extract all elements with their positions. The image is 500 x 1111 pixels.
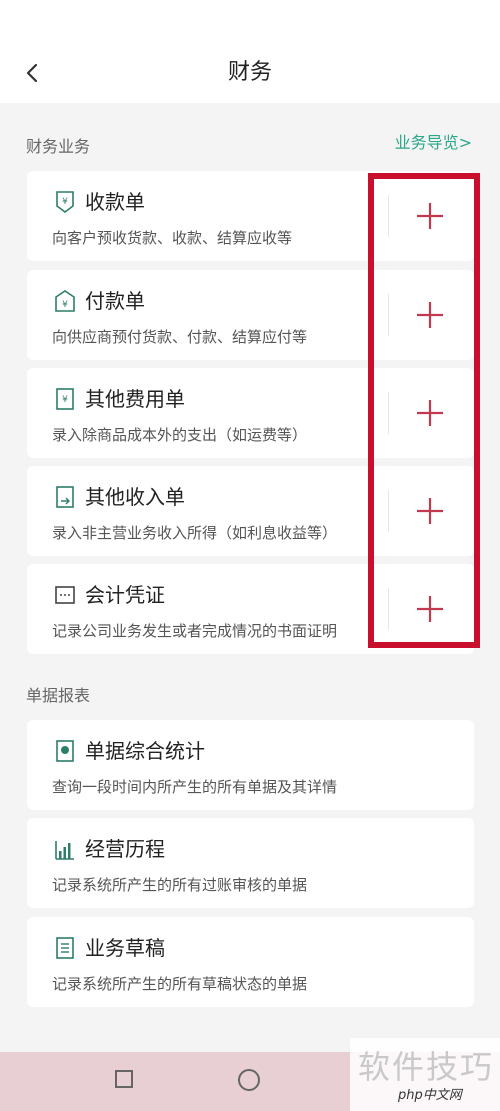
payment-icon: ¥: [55, 290, 75, 312]
card-business-drafts[interactable]: 业务草稿 记录系统所产生的所有草稿状态的单据: [27, 917, 474, 1007]
plus-icon: [417, 400, 443, 426]
card-description: 录入非主营业务收入所得（如利息收益等）: [52, 524, 338, 542]
card-other-expense[interactable]: ¥ 其他费用单 录入除商品成本外的支出（如运费等）: [27, 368, 474, 458]
card-accounting-voucher[interactable]: 会计凭证 记录公司业务发生或者完成情况的书面证明: [27, 564, 474, 654]
add-button[interactable]: [407, 390, 453, 436]
card-payment[interactable]: ¥ 付款单 向供应商预付货款、付款、结算应付等: [27, 270, 474, 360]
card-title: 其他费用单: [85, 387, 185, 411]
svg-text:¥: ¥: [62, 395, 68, 405]
svg-text:¥: ¥: [62, 300, 68, 310]
card-description: 向客户预收货款、收款、结算应收等: [52, 229, 293, 247]
plus-icon: [417, 302, 443, 328]
top-bar: 财务: [0, 0, 500, 103]
card-receipt[interactable]: ¥ 收款单 向客户预收货款、收款、结算应收等: [27, 171, 474, 261]
card-title: 付款单: [85, 289, 145, 313]
add-button[interactable]: [407, 193, 453, 239]
card-description: 向供应商预付货款、付款、结算应付等: [52, 328, 308, 346]
page-title: 财务: [227, 60, 272, 85]
card-title: 会计凭证: [85, 583, 165, 607]
section-title-finance: 财务业务: [26, 137, 91, 156]
business-guide-link[interactable]: 业务导览>: [395, 129, 472, 153]
card-title: 经营历程: [85, 837, 165, 861]
plus-icon: [417, 596, 443, 622]
card-description: 记录公司业务发生或者完成情况的书面证明: [52, 622, 338, 640]
add-button[interactable]: [407, 292, 453, 338]
divider: [388, 490, 389, 532]
bar-chart-icon: [55, 841, 74, 860]
card-description: 记录系统所产生的所有草稿状态的单据: [52, 975, 308, 993]
svg-text:¥: ¥: [62, 197, 68, 207]
watermark-text: 软件技巧: [358, 1048, 495, 1086]
receipt-icon: ¥: [56, 191, 74, 213]
divider: [388, 195, 389, 237]
card-description: 录入除商品成本外的支出（如运费等）: [52, 426, 308, 444]
income-icon: [56, 486, 74, 508]
card-title: 单据综合统计: [85, 739, 205, 763]
divider: [388, 392, 389, 434]
divider: [388, 294, 389, 336]
draft-icon: [56, 937, 74, 959]
plus-icon: [417, 203, 443, 229]
card-business-history[interactable]: 经营历程 记录系统所产生的所有过账审核的单据: [27, 818, 474, 908]
document-stats-icon: [56, 740, 74, 762]
plus-icon: [417, 498, 443, 524]
divider: [388, 588, 389, 630]
voucher-icon: [55, 586, 75, 604]
add-button[interactable]: [407, 586, 453, 632]
card-other-income[interactable]: 其他收入单 录入非主营业务收入所得（如利息收益等）: [27, 466, 474, 556]
card-title: 业务草稿: [85, 936, 165, 960]
expense-icon: ¥: [56, 388, 74, 410]
recent-apps-button[interactable]: [115, 1070, 133, 1088]
card-document-statistics[interactable]: 单据综合统计 查询一段时间内所产生的所有单据及其详情: [27, 720, 474, 810]
card-description: 查询一段时间内所产生的所有单据及其详情: [52, 778, 338, 796]
watermark-logo: php中文网: [398, 1088, 462, 1103]
card-title: 收款单: [85, 190, 145, 214]
home-button[interactable]: [238, 1069, 260, 1091]
card-description: 记录系统所产生的所有过账审核的单据: [52, 876, 308, 894]
add-button[interactable]: [407, 488, 453, 534]
card-title: 其他收入单: [85, 485, 185, 509]
section-title-reports: 单据报表: [26, 686, 91, 705]
